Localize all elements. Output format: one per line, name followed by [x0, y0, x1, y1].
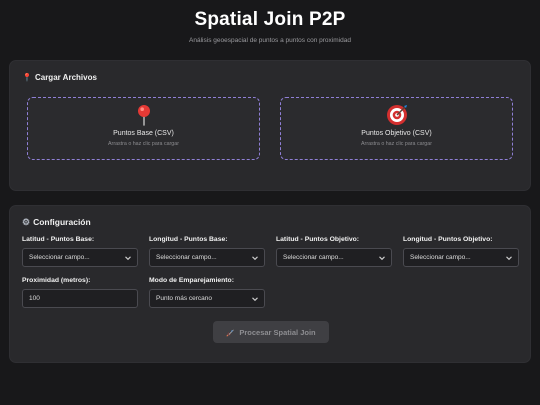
target-points-dropzone[interactable]: Puntos Objetivo (CSV) Arrastra o haz cli… — [280, 97, 513, 160]
target-icon — [386, 105, 407, 125]
base-latitude-label: Latitud - Puntos Base: — [22, 236, 95, 243]
process-button-label: Procesar Spatial Join — [239, 327, 316, 337]
matching-mode-value: Punto más cercano — [156, 295, 213, 302]
base-latitude-value: Seleccionar campo... — [29, 254, 90, 261]
page-title: Spatial Join P2P — [194, 9, 346, 30]
target-longitude-value: Seleccionar campo... — [410, 254, 471, 261]
upload-panel-title: 📍 Cargar Archivos — [22, 73, 97, 82]
process-spatial-join-button[interactable]: Procesar Spatial Join — [213, 321, 329, 343]
matching-mode-label: Modo de Emparejamiento: — [149, 277, 234, 284]
config-panel: ⚙ Configuración Latitud - Puntos Base: S… — [9, 205, 531, 363]
chevron-down-icon — [506, 256, 512, 261]
target-latitude-field: Latitud - Puntos Objetivo: Seleccionar c… — [276, 236, 392, 267]
base-longitude-field: Longitud - Puntos Base: Seleccionar camp… — [149, 236, 265, 267]
chevron-down-icon — [125, 256, 131, 261]
base-latitude-field: Latitud - Puntos Base: Seleccionar campo… — [22, 236, 138, 267]
base-points-dropzone[interactable]: Puntos Base (CSV) Arrastra o haz clic pa… — [27, 97, 260, 160]
base-dropzone-label: Puntos Base (CSV) — [113, 130, 174, 137]
page-header: Spatial Join P2P Análisis geoespacial de… — [0, 0, 540, 44]
matching-mode-select[interactable]: Punto más cercano — [149, 289, 265, 308]
target-latitude-label: Latitud - Puntos Objetivo: — [276, 236, 360, 243]
proximity-label: Proximidad (metros): — [22, 277, 91, 284]
upload-panel: 📍 Cargar Archivos Puntos Base (CSV) Arra… — [9, 60, 531, 191]
target-latitude-select[interactable]: Seleccionar campo... — [276, 248, 392, 267]
target-longitude-label: Longitud - Puntos Objetivo: — [403, 236, 493, 243]
base-longitude-label: Longitud - Puntos Base: — [149, 236, 228, 243]
base-longitude-value: Seleccionar campo... — [156, 254, 217, 261]
target-latitude-value: Seleccionar campo... — [283, 254, 344, 261]
target-longitude-select[interactable]: Seleccionar campo... — [403, 248, 519, 267]
target-dropzone-label: Puntos Objetivo (CSV) — [361, 130, 432, 137]
proximity-field: Proximidad (metros): 100 — [22, 277, 138, 308]
chevron-down-icon — [252, 297, 258, 302]
upload-title-label: Cargar Archivos — [34, 73, 97, 82]
config-panel-title: ⚙ Configuración — [22, 217, 91, 227]
matching-mode-field: Modo de Emparejamiento: Punto más cercan… — [149, 277, 265, 308]
base-latitude-select[interactable]: Seleccionar campo... — [22, 248, 138, 267]
pin-icon — [137, 105, 150, 126]
base-dropzone-hint: Arrastra o haz clic para cargar — [108, 141, 179, 147]
base-longitude-select[interactable]: Seleccionar campo... — [149, 248, 265, 267]
page-subtitle: Análisis geoespacial de puntos a puntos … — [189, 37, 351, 44]
proximity-input[interactable]: 100 — [22, 289, 138, 308]
target-longitude-field: Longitud - Puntos Objetivo: Seleccionar … — [403, 236, 519, 267]
chevron-down-icon — [252, 256, 258, 261]
target-dropzone-hint: Arrastra o haz clic para cargar — [361, 141, 432, 147]
rocket-icon — [226, 328, 234, 336]
proximity-value: 100 — [29, 295, 40, 302]
config-title-label: Configuración — [33, 217, 91, 227]
pin-icon: 📍 — [22, 72, 32, 82]
chevron-down-icon — [379, 256, 385, 261]
gear-icon: ⚙ — [22, 216, 31, 227]
